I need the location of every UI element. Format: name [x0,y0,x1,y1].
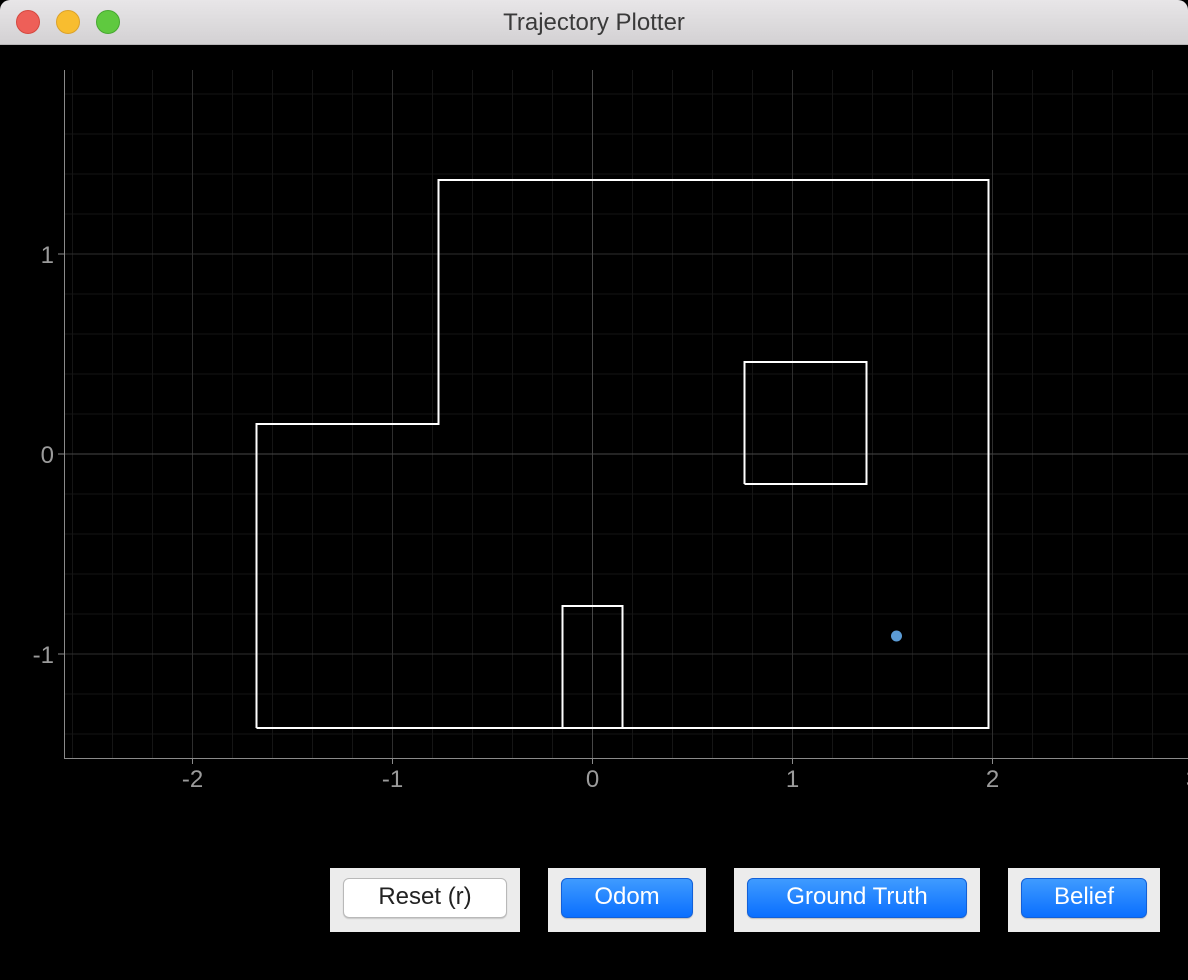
reset-button-panel: Reset (r) [330,868,520,932]
robot-position-point [891,630,902,642]
x-tick-label: -2 [182,766,203,793]
trajectory-plotter-window: Trajectory Plotter -2-10123-101 Reset (r… [0,0,1188,980]
plot-area[interactable]: -2-10123-101 [0,45,1188,815]
reset-button[interactable]: Reset (r) [343,878,507,918]
title-bar[interactable]: Trajectory Plotter [0,0,1188,45]
x-tick-label: -1 [382,766,403,793]
belief-button[interactable]: Belief [1021,878,1147,918]
belief-button-panel: Belief [1008,868,1160,932]
y-tick-label: 1 [41,242,54,269]
ground-truth-button-panel: Ground Truth [734,868,980,932]
odom-button[interactable]: Odom [561,878,693,918]
y-tick-label: 0 [41,442,54,469]
x-tick-label: 2 [986,766,999,793]
y-tick-label: -1 [33,642,54,669]
obstacle-square [743,361,868,485]
odom-button-panel: Odom [548,868,706,932]
window-title: Trajectory Plotter [503,9,685,36]
x-tick-label: 1 [786,766,799,793]
x-tick-label: 0 [586,766,599,793]
ground-truth-button[interactable]: Ground Truth [747,878,967,918]
